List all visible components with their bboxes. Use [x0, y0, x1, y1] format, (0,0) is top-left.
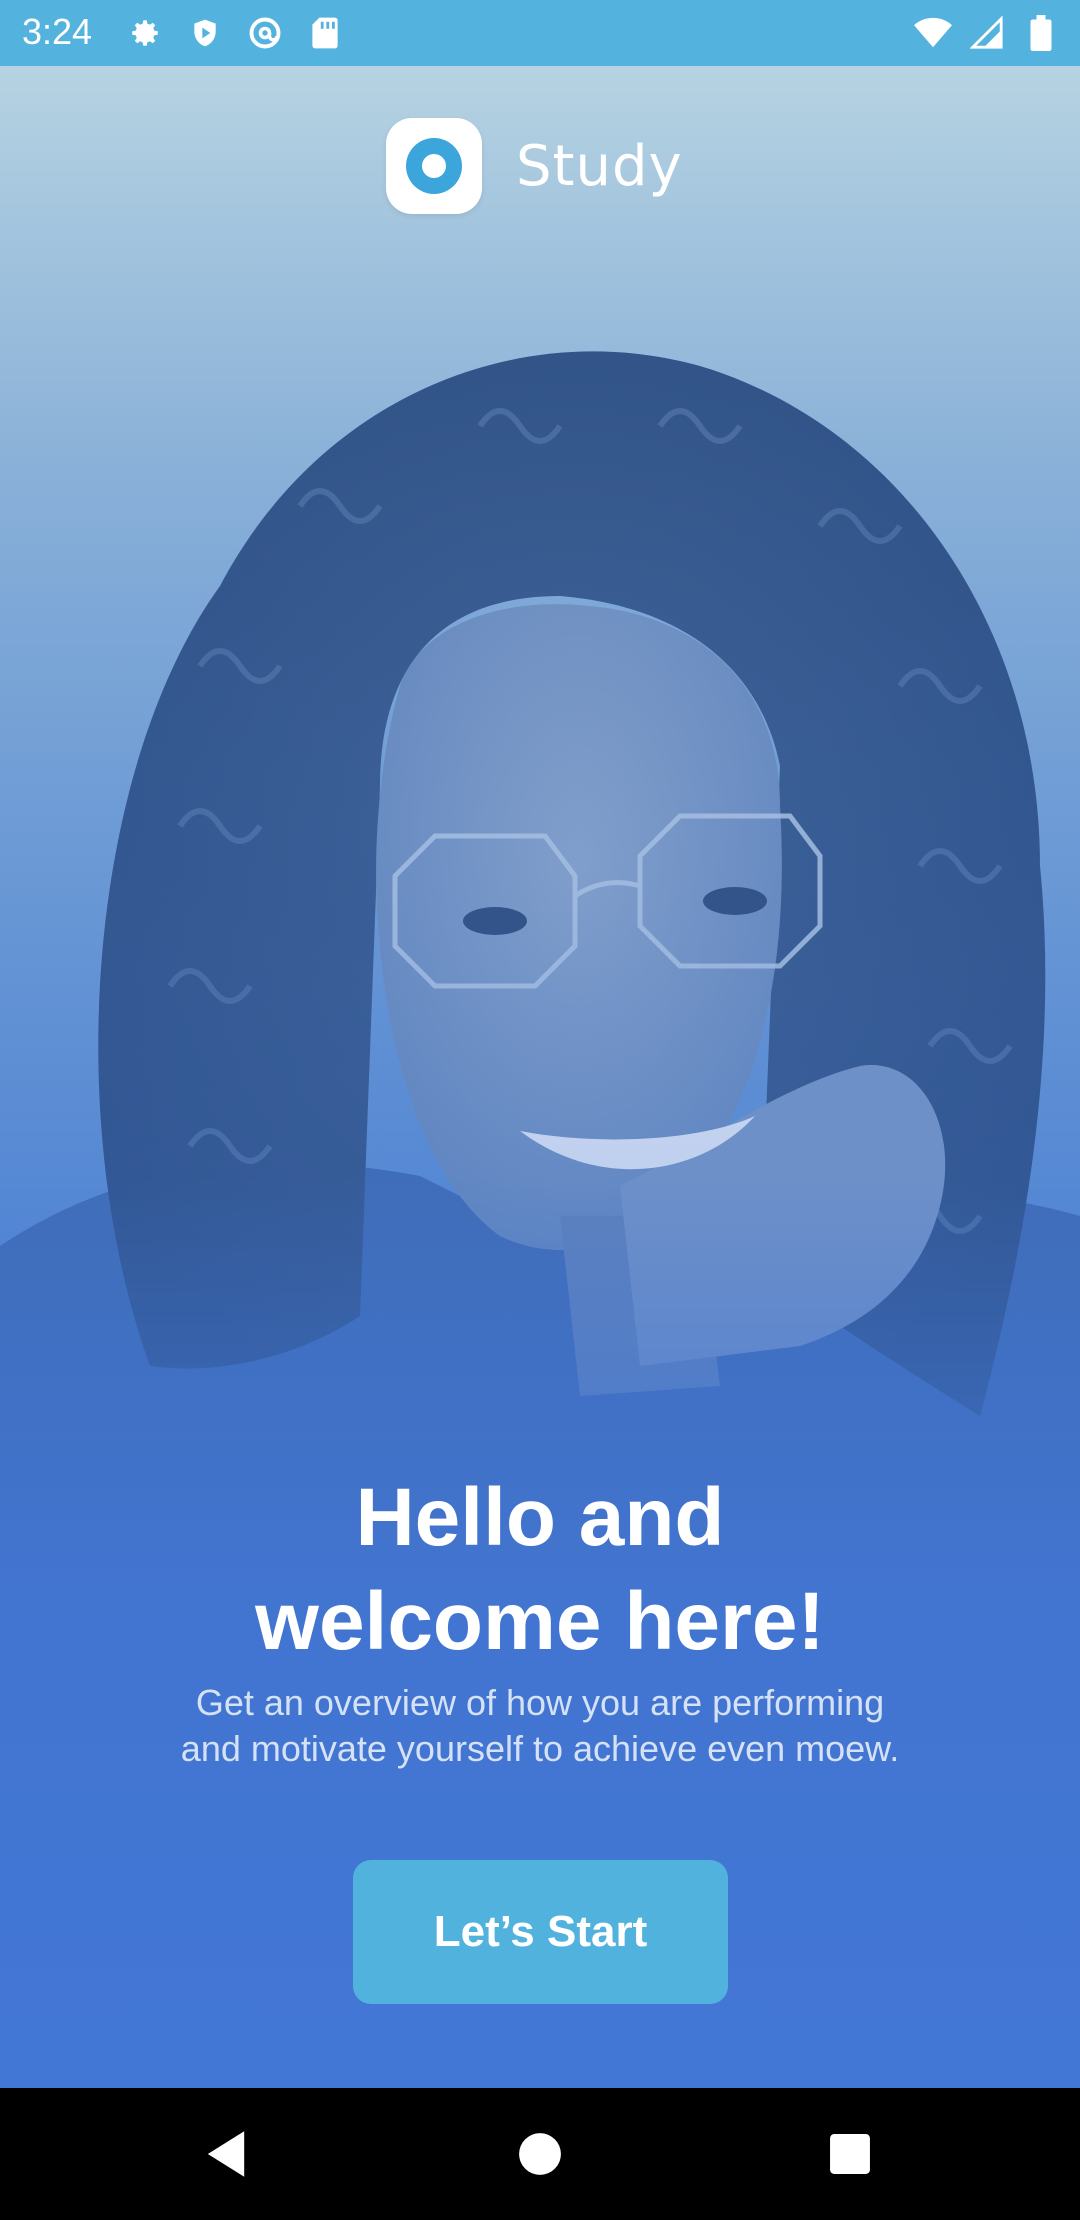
settings-icon: [126, 14, 164, 52]
status-bar: 3:24: [0, 0, 1080, 66]
lets-start-button[interactable]: Let’s Start: [353, 1860, 728, 2004]
welcome-title: Hello and welcome here!: [0, 1466, 1080, 1674]
wifi-icon: [914, 14, 952, 52]
app-name: Study: [516, 133, 683, 199]
home-icon[interactable]: [510, 2124, 570, 2184]
status-time: 3:24: [22, 11, 93, 52]
recents-icon[interactable]: [820, 2124, 880, 2184]
at-sign-icon: [246, 14, 284, 52]
welcome-subtitle: Get an overview of how you are performin…: [100, 1680, 980, 1772]
navigation-bar: [0, 2088, 1080, 2220]
status-icons-left: [126, 14, 344, 52]
app-logo: Study: [386, 118, 683, 214]
welcome-title-line2: welcome here!: [255, 1576, 825, 1667]
sd-card-icon: [306, 14, 344, 52]
study-logo-icon: [386, 118, 482, 214]
welcome-title-line1: Hello and: [355, 1472, 725, 1563]
portrait-photo: [0, 66, 1080, 2088]
welcome-subtitle-line2: and motivate yourself to achieve even mo…: [180, 1728, 900, 1769]
shield-play-icon: [186, 14, 224, 52]
battery-icon: [1022, 14, 1060, 52]
welcome-subtitle-line1: Get an overview of how you are performin…: [195, 1682, 885, 1723]
welcome-hero: Study Hello and welcome here! Get an ove…: [0, 66, 1080, 2088]
status-icons-right: [914, 14, 1060, 52]
back-icon[interactable]: [196, 2124, 256, 2184]
cellular-signal-icon: [968, 14, 1006, 52]
